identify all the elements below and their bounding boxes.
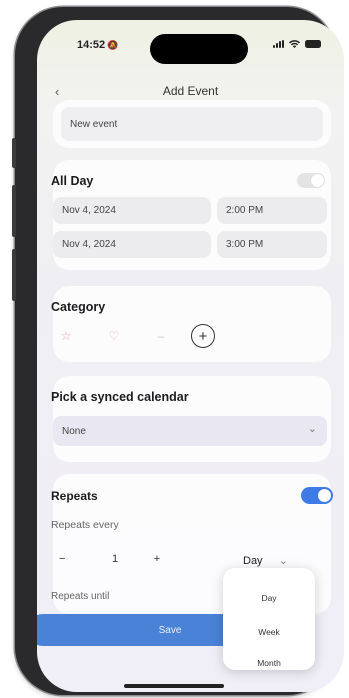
- chevron-left-icon[interactable]: ‹: [55, 84, 59, 99]
- nav-title: Add Event: [162, 84, 219, 98]
- add-category-button[interactable]: +: [191, 324, 215, 348]
- menu-item-month[interactable]: Month: [223, 658, 315, 668]
- start-date-value: Nov 4, 2024: [62, 205, 116, 216]
- home-indicator: [124, 684, 224, 688]
- battery-icon: [305, 40, 321, 48]
- repeats-every-label: Repeats every: [51, 519, 119, 531]
- start-time-field[interactable]: 2:00 PM: [217, 197, 327, 224]
- all-day-toggle[interactable]: [297, 173, 325, 188]
- menu-item-day[interactable]: Day: [223, 593, 315, 603]
- event-title-value: New event: [70, 118, 118, 130]
- chevron-down-icon: ⌄: [307, 423, 317, 435]
- chevron-down-icon: ⌄: [278, 555, 288, 567]
- signal-icon: [273, 40, 284, 48]
- minus-button[interactable]: −: [59, 553, 79, 565]
- calendar-card: Pick a synced calendar None ⌄: [51, 376, 331, 462]
- start-date-field[interactable]: Nov 4, 2024: [53, 197, 211, 224]
- repeat-unit-menu: Day Week Month: [223, 568, 315, 670]
- wifi-icon: [289, 40, 300, 48]
- dash-icon[interactable]: –: [151, 326, 171, 346]
- end-date-value: Nov 4, 2024: [62, 239, 116, 250]
- save-button-label: Save: [158, 624, 182, 636]
- event-title-input[interactable]: New event: [61, 107, 323, 141]
- plus-icon: +: [198, 327, 208, 345]
- calendar-selected: None: [62, 425, 86, 437]
- repeat-count-value: 1: [111, 553, 119, 565]
- menu-item-week[interactable]: Week: [223, 627, 315, 637]
- star-icon[interactable]: ☆: [56, 326, 76, 346]
- mute-switch: [12, 138, 16, 168]
- repeats-toggle[interactable]: [301, 487, 333, 504]
- repeats-label: Repeats: [51, 489, 98, 503]
- calendar-select[interactable]: None ⌄: [53, 416, 327, 446]
- heart-icon[interactable]: ♡: [104, 326, 124, 346]
- calendar-label: Pick a synced calendar: [51, 390, 189, 404]
- volume-up-button: [12, 185, 16, 237]
- all-day-label: All Day: [51, 174, 94, 188]
- end-time-value: 3:00 PM: [226, 239, 264, 250]
- dynamic-island: [150, 34, 248, 64]
- start-time-value: 2:00 PM: [226, 205, 264, 216]
- all-day-card: All Day Nov 4, 2024 2:00 PM Nov 4, 2024 …: [51, 160, 331, 270]
- end-time-field[interactable]: 3:00 PM: [217, 231, 327, 258]
- repeat-count-stepper[interactable]: − 1 +: [59, 553, 167, 565]
- repeat-unit-select[interactable]: Day ⌄: [243, 554, 288, 568]
- repeat-unit-value: Day: [243, 554, 263, 567]
- status-time-text: 14:52: [77, 39, 106, 51]
- app-screen: 14:52 🔕 Add Event ‹ New event All Day Nov…: [37, 20, 344, 692]
- status-icons: [273, 40, 321, 48]
- status-time: 14:52 🔕: [77, 39, 118, 51]
- volume-down-button: [12, 249, 16, 301]
- repeats-until-label: Repeats until: [51, 591, 110, 602]
- category-card: Category ☆ ♡ – +: [51, 286, 331, 362]
- bell-off-icon: 🔕: [107, 40, 119, 50]
- category-label: Category: [51, 300, 106, 314]
- plus-button[interactable]: +: [147, 553, 167, 565]
- end-date-field[interactable]: Nov 4, 2024: [53, 231, 211, 258]
- title-card: New event: [53, 100, 331, 148]
